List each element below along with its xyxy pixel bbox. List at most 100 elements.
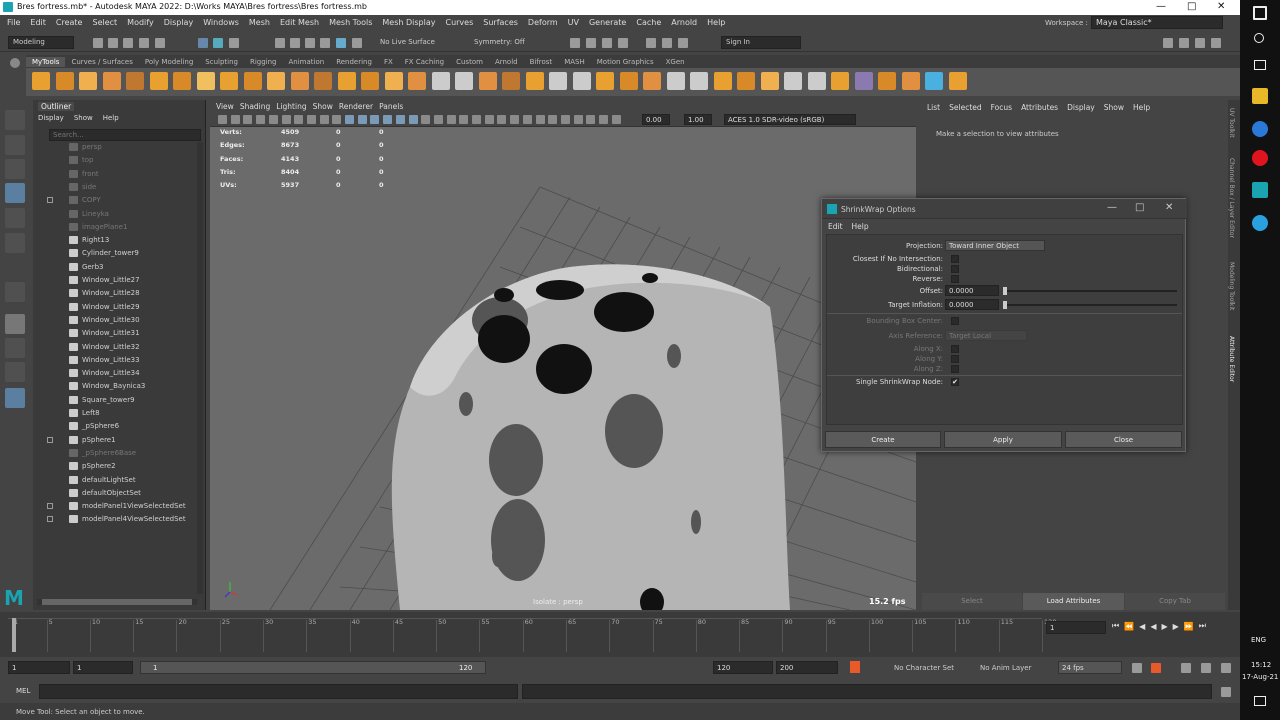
- select-hierarchy-icon[interactable]: [198, 38, 208, 48]
- viewport-tool-icon[interactable]: [306, 115, 316, 124]
- shelf-tab-mytools[interactable]: MyTools: [26, 56, 66, 67]
- browser-icon[interactable]: [1252, 121, 1268, 137]
- outliner-item[interactable]: Window_Little27: [69, 276, 140, 288]
- maximize-button[interactable]: □: [1187, 1, 1196, 12]
- single-shrinkwrap-checkbox[interactable]: ✔: [951, 378, 959, 386]
- dialog-title-bar[interactable]: ShrinkWrap Options — □ ✕: [822, 199, 1187, 219]
- shelf-tool-icon[interactable]: [290, 72, 309, 90]
- outliner-item[interactable]: Left8: [69, 409, 100, 421]
- outliner-search-input[interactable]: [49, 129, 201, 141]
- outliner-item[interactable]: Window_Little34: [69, 369, 140, 381]
- projection-dropdown[interactable]: Toward Inner Object: [945, 240, 1045, 251]
- step-forward-frame-icon[interactable]: ▶: [1173, 622, 1179, 631]
- menu-uv[interactable]: UV: [568, 18, 579, 27]
- close-button[interactable]: Close: [1065, 431, 1182, 448]
- outliner-item[interactable]: modelPanel4ViewSelectedSet: [47, 515, 186, 527]
- shelf-tab-sculpting[interactable]: Sculpting: [199, 57, 244, 67]
- shelf-tab-fx-caching[interactable]: FX Caching: [399, 57, 450, 67]
- time-slider[interactable]: 1 5 10 15 20 25 30 35 40 45 50 55 60 65 70 75 80 85 90 95 10…: [0, 612, 1240, 657]
- current-frame-field[interactable]: 1: [1046, 621, 1106, 634]
- sound-icon[interactable]: [1181, 663, 1191, 673]
- playback-start-field[interactable]: 1: [73, 661, 133, 674]
- outliner-item[interactable]: COPY: [47, 196, 101, 208]
- outliner-horizontal-scrollbar[interactable]: [37, 599, 197, 605]
- shelf-gear-icon[interactable]: [10, 58, 20, 68]
- go-to-start-icon[interactable]: ⏮: [1112, 621, 1119, 631]
- system-tray-icons[interactable]: [1246, 568, 1274, 610]
- viewport-tool-icon[interactable]: [522, 115, 532, 124]
- menu-mesh-tools[interactable]: Mesh Tools: [329, 18, 372, 27]
- step-back-frame-icon[interactable]: ◀: [1139, 622, 1145, 631]
- shelf-tab-bifrost[interactable]: Bifrost: [524, 57, 559, 67]
- viewport-tool-icon[interactable]: [345, 115, 354, 124]
- attribute-editor-icon[interactable]: [1195, 38, 1205, 48]
- offset-field[interactable]: 0.0000: [945, 285, 999, 296]
- along-x-checkbox[interactable]: [951, 345, 959, 353]
- shelf-tool-icon[interactable]: [525, 72, 544, 90]
- shelf-tool-icon[interactable]: [149, 72, 168, 90]
- viewport-tool-icon[interactable]: [560, 115, 570, 124]
- menu-create[interactable]: Create: [56, 18, 83, 27]
- bounding-box-center-checkbox[interactable]: [951, 317, 959, 325]
- shelf-tool-icon[interactable]: [948, 72, 967, 90]
- telegram-icon[interactable]: [1252, 215, 1268, 231]
- new-scene-icon[interactable]: [93, 38, 103, 48]
- shelf-tool-icon[interactable]: [337, 72, 356, 90]
- go-to-end-icon[interactable]: ⏭: [1199, 621, 1206, 631]
- outliner-item[interactable]: defaultLightSet: [69, 475, 136, 488]
- shelf-tool-icon[interactable]: [384, 72, 403, 90]
- dialog-close-button[interactable]: ✕: [1165, 202, 1173, 213]
- search-icon[interactable]: [1254, 33, 1264, 43]
- outliner-item[interactable]: Window_Little32: [69, 342, 140, 355]
- viewport-tool-icon[interactable]: [459, 115, 469, 124]
- viewport-tool-icon[interactable]: [573, 115, 583, 124]
- render-settings-icon[interactable]: [602, 38, 612, 48]
- exposure-field[interactable]: 0.00: [642, 114, 670, 125]
- viewport-tool-icon[interactable]: [268, 115, 278, 124]
- outliner-item[interactable]: Window_Little30: [69, 315, 140, 328]
- four-pane-layout-icon[interactable]: [5, 338, 25, 358]
- expand-icon[interactable]: [47, 503, 53, 510]
- outliner-menu-help[interactable]: Help: [103, 114, 119, 122]
- auto-key-icon[interactable]: [850, 661, 860, 673]
- shelf-tool-icon[interactable]: [854, 72, 873, 90]
- expand-icon[interactable]: [47, 197, 53, 204]
- menu-select[interactable]: Select: [92, 18, 117, 27]
- step-forward-key-icon[interactable]: ⏩: [1184, 622, 1194, 631]
- mode-dropdown[interactable]: Modeling: [8, 36, 74, 49]
- redo-icon[interactable]: [155, 38, 165, 48]
- close-window-button[interactable]: ✕: [1217, 1, 1225, 12]
- outliner-vertical-scrollbar[interactable]: [197, 142, 203, 594]
- viewport-tool-icon[interactable]: [370, 115, 380, 124]
- target-inflation-field[interactable]: 0.0000: [945, 299, 999, 310]
- shelf-tool-icon[interactable]: [901, 72, 920, 90]
- shelf-tool-icon[interactable]: [431, 72, 450, 90]
- apply-button[interactable]: Apply: [944, 431, 1062, 448]
- create-button[interactable]: Create: [825, 431, 941, 448]
- lasso-tool-icon[interactable]: [5, 135, 25, 155]
- viewport-tool-icon[interactable]: [294, 115, 304, 124]
- viewport-menu-panels[interactable]: Panels: [379, 102, 403, 111]
- snap-view-icon[interactable]: [352, 38, 362, 48]
- shelf-tool-icon[interactable]: [831, 72, 849, 90]
- playback-end-field[interactable]: 120: [713, 661, 773, 674]
- sign-in-dropdown[interactable]: Sign In: [721, 36, 801, 49]
- ipr-render-icon[interactable]: [586, 38, 596, 48]
- select-button[interactable]: Select: [922, 593, 1022, 610]
- time-editor-icon[interactable]: [1151, 663, 1161, 673]
- outliner-item[interactable]: Gerb3: [69, 262, 104, 275]
- load-attributes-button[interactable]: Load Attributes: [1023, 593, 1124, 610]
- reverse-checkbox[interactable]: [951, 275, 959, 283]
- shelf-tool-icon[interactable]: [455, 72, 473, 90]
- shelf-tool-icon[interactable]: [596, 72, 614, 90]
- outliner-item[interactable]: Cylinder_tower9: [69, 249, 139, 261]
- render-icon[interactable]: [570, 38, 580, 48]
- viewport-tool-icon[interactable]: [357, 115, 367, 124]
- viewport-tool-icon[interactable]: [319, 115, 329, 124]
- gamma-field[interactable]: 1.00: [684, 114, 712, 125]
- outliner-item[interactable]: Square_tower9: [69, 395, 135, 408]
- attribute-editor-tab[interactable]: Attribute Editor: [1228, 336, 1235, 382]
- attribute-menu-focus[interactable]: Focus: [991, 103, 1012, 112]
- shelf-tool-icon[interactable]: [572, 72, 591, 90]
- shelf-tool-icon[interactable]: [713, 72, 732, 90]
